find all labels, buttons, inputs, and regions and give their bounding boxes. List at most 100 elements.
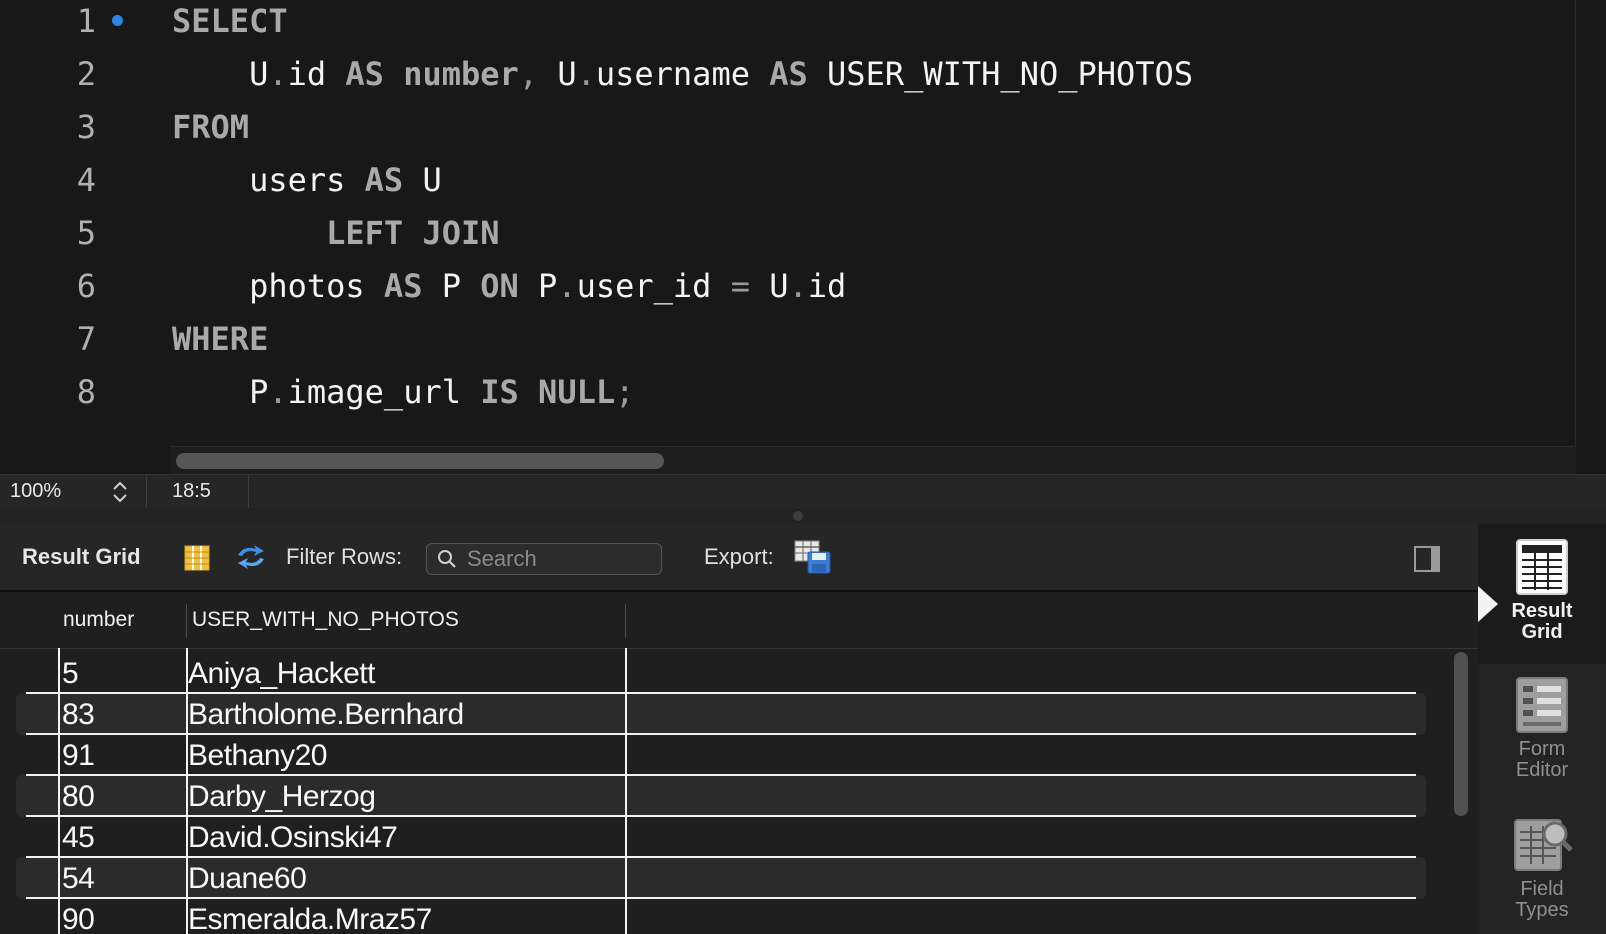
sql-keyword: WHERE <box>172 320 269 358</box>
sql-editor[interactable]: 12345678 SELECT U.id AS number, U.userna… <box>0 0 1606 475</box>
table-row[interactable]: 91 Bethany20 <box>26 734 1416 776</box>
sql-keyword: SELECT <box>172 2 288 40</box>
side-button-field-types[interactable]: Field Types <box>1478 804 1606 934</box>
sql-token: U <box>749 267 789 305</box>
cell-username[interactable]: Esmeralda.Mraz57 <box>188 898 432 934</box>
sql-keyword: FROM <box>172 108 250 146</box>
export-label: Export: <box>704 544 774 569</box>
cell-number[interactable]: 90 <box>62 898 95 934</box>
sql-token: U <box>403 161 442 199</box>
code-line[interactable]: photos AS P ON P.user_id = U.id <box>172 259 846 313</box>
cell-number[interactable]: 83 <box>62 693 95 735</box>
refresh-icon[interactable] <box>234 542 268 572</box>
side-button-label: Field <box>1520 878 1564 900</box>
line-number-gutter: 1 2 3 4 5 6 7 8 <box>0 0 160 474</box>
line-number: 5 <box>76 214 96 252</box>
cell-number[interactable]: 80 <box>62 775 95 817</box>
column-divider[interactable] <box>186 604 187 638</box>
table-row[interactable]: 90 Esmeralda.Mraz57 <box>26 898 1416 934</box>
sql-keyword: ON <box>480 267 519 305</box>
sql-token: = <box>730 267 750 305</box>
cell-username[interactable]: Bartholome.Bernhard <box>188 693 464 735</box>
table-row[interactable]: 80 Darby_Herzog <box>16 775 1426 817</box>
column-separator <box>186 648 188 934</box>
editor-status-bar: 100% 18:5 <box>0 474 1606 509</box>
sql-token: U <box>249 55 269 93</box>
sql-token: , <box>518 55 558 93</box>
code-line[interactable]: P.image_url IS NULL; <box>172 365 634 419</box>
code-line[interactable]: FROM <box>172 100 249 154</box>
status-divider <box>248 475 249 508</box>
filter-rows-label: Filter Rows: <box>286 544 403 569</box>
cell-username[interactable]: Aniya_Hackett <box>188 652 375 694</box>
zoom-level[interactable]: 100% <box>10 475 61 508</box>
cell-username[interactable]: Bethany20 <box>188 734 327 776</box>
column-divider[interactable] <box>625 604 626 638</box>
code-line[interactable]: LEFT JOIN <box>172 206 499 260</box>
sql-token: . <box>557 267 577 305</box>
column-header-number[interactable]: number <box>63 592 134 648</box>
panel-splitter[interactable] <box>0 508 1606 524</box>
cell-username[interactable]: Duane60 <box>188 857 307 899</box>
sql-keyword: number <box>403 55 519 93</box>
sql-token: P <box>518 267 558 305</box>
result-panel: Result Grid Filter Rows: Export: <box>0 524 1478 934</box>
table-row[interactable]: 45 David.Osinski47 <box>26 816 1416 858</box>
table-row[interactable]: 5 Aniya_Hackett <box>26 652 1416 694</box>
row-separator <box>26 733 1416 735</box>
code-line[interactable]: U.id AS number, U.username AS USER_WITH_… <box>172 47 1193 101</box>
sql-token: photos <box>172 267 384 305</box>
horizontal-scrollbar[interactable] <box>170 446 1576 475</box>
zoom-stepper-icon[interactable] <box>110 479 130 505</box>
cell-number[interactable]: 5 <box>62 652 79 694</box>
sql-token: U <box>557 55 577 93</box>
export-icon[interactable] <box>794 540 832 574</box>
code-line[interactable]: users AS U <box>172 153 442 207</box>
sql-keyword: IS NULL <box>480 373 616 411</box>
line-number: 2 <box>76 55 96 93</box>
sql-token: id <box>287 55 346 93</box>
cell-username[interactable]: David.Osinski47 <box>188 816 398 858</box>
sql-token: . <box>268 55 288 93</box>
sql-token: ; <box>615 373 635 411</box>
side-button-label: Grid <box>1521 621 1563 643</box>
sql-token: . <box>576 55 596 93</box>
result-grid[interactable]: number USER_WITH_NO_PHOTOS 5 Aniya_Hacket… <box>0 592 1478 934</box>
column-separator <box>625 648 627 934</box>
line-number: 3 <box>76 108 96 146</box>
column-header-user-with-no-photos[interactable]: USER_WITH_NO_PHOTOS <box>192 592 459 648</box>
column-separator <box>58 648 60 934</box>
cell-number[interactable]: 54 <box>62 857 95 899</box>
sql-keyword: AS <box>364 161 404 199</box>
row-separator <box>26 897 1416 899</box>
table-row[interactable]: 54 Duane60 <box>16 857 1426 899</box>
row-separator <box>26 692 1416 694</box>
side-button-form-editor[interactable]: Form Editor <box>1478 664 1606 804</box>
vertical-scrollbar-thumb[interactable] <box>1454 652 1468 816</box>
horizontal-scrollbar-thumb[interactable] <box>176 453 664 469</box>
splitter-handle-icon[interactable] <box>793 511 803 521</box>
sql-token: . <box>788 267 808 305</box>
sql-token: P <box>422 267 481 305</box>
sql-keyword: AS <box>383 267 423 305</box>
table-row[interactable]: 83 Bartholome.Bernhard <box>16 693 1426 735</box>
side-button-label: Editor <box>1515 759 1569 781</box>
toggle-side-panel-icon[interactable] <box>1414 546 1440 572</box>
sql-token: user_id <box>576 267 731 305</box>
line-number: 1 <box>76 2 96 40</box>
column-layout-icon[interactable] <box>184 545 210 571</box>
cell-number[interactable]: 45 <box>62 816 95 858</box>
search-box[interactable] <box>426 543 662 575</box>
cell-username[interactable]: Darby_Herzog <box>188 775 376 817</box>
cursor-position: 18:5 <box>172 480 211 502</box>
filter-rows-input[interactable] <box>467 544 653 574</box>
code-line[interactable]: SELECT <box>172 0 288 48</box>
row-separator <box>26 856 1416 858</box>
cell-number[interactable]: 91 <box>62 734 95 776</box>
current-statement-marker <box>112 15 123 26</box>
code-area[interactable]: SELECT U.id AS number, U.username AS USE… <box>172 0 1572 446</box>
code-line[interactable]: WHERE <box>172 312 268 366</box>
